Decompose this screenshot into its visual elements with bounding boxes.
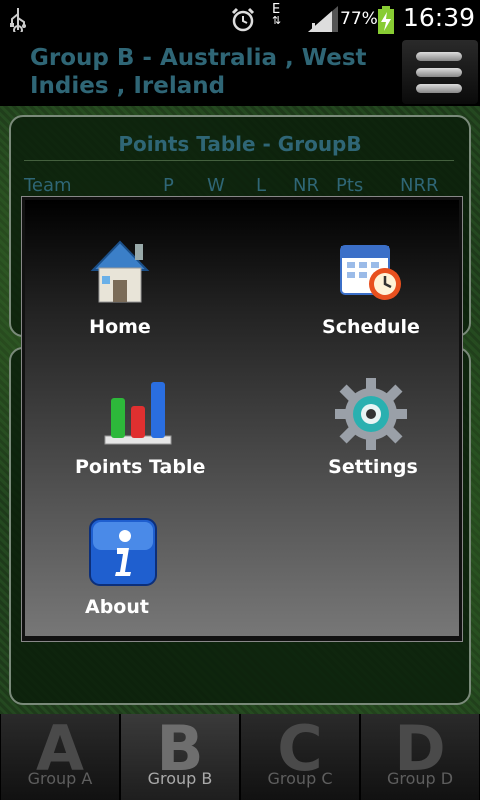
- gear-icon: [335, 378, 407, 450]
- network-type-indicator: E ⇅: [272, 2, 282, 27]
- signal-strength-icon: [308, 6, 338, 32]
- options-menu-body: Home Schedule Points Table Settings Abou…: [25, 200, 459, 636]
- tab-group-b[interactable]: B Group B: [121, 714, 240, 800]
- tab-label: Group B: [147, 769, 213, 788]
- hamburger-icon-bar: [416, 84, 462, 93]
- menu-item-label: Settings: [328, 456, 418, 478]
- menu-item-settings[interactable]: Settings: [325, 376, 421, 486]
- points-table-title: Points Table - GroupB: [118, 132, 362, 156]
- menu-item-label: About: [85, 596, 149, 618]
- options-menu: Home Schedule Points Table Settings Abou…: [21, 196, 463, 642]
- tab-group-c[interactable]: C Group C: [241, 714, 360, 800]
- menu-item-label: Schedule: [322, 316, 420, 338]
- info-icon: [89, 518, 157, 586]
- tab-label: Group C: [267, 769, 333, 788]
- page-title: Group B - Australia , West Indies , Irel…: [30, 45, 367, 99]
- menu-item-label: Points Table: [75, 456, 206, 478]
- menu-button[interactable]: [402, 40, 478, 104]
- menu-item-schedule[interactable]: Schedule: [321, 236, 421, 346]
- battery-percent: 77%: [340, 9, 378, 29]
- bar-chart-icon: [104, 382, 172, 445]
- column-header-nr: NR: [293, 175, 319, 196]
- tab-group-d[interactable]: D Group D: [361, 714, 480, 800]
- tab-group-a[interactable]: A Group A: [1, 714, 120, 800]
- column-header-team: Team: [24, 175, 72, 196]
- menu-item-points-table[interactable]: Points Table: [75, 376, 206, 486]
- column-header-l: L: [256, 175, 267, 196]
- menu-item-label: Home: [89, 316, 151, 338]
- column-header-nrr: NRR: [400, 175, 439, 196]
- usb-icon: [10, 8, 26, 32]
- alarm-icon: [231, 7, 255, 32]
- status-bar: E ⇅ 77% 16:39: [0, 0, 480, 38]
- app-header: Group B - Australia , West Indies , Irel…: [0, 38, 480, 106]
- tab-label: Group A: [27, 769, 93, 788]
- column-header-w: W: [207, 175, 225, 196]
- divider: [24, 160, 454, 161]
- column-header-p: P: [163, 175, 174, 196]
- group-tab-bar: A Group A B Group B C Group C D Group D: [0, 714, 480, 800]
- house-icon: [90, 240, 150, 303]
- battery-charging-icon: [378, 6, 394, 34]
- tab-label: Group D: [386, 769, 454, 788]
- hamburger-icon: [416, 52, 462, 61]
- clock: 16:39: [403, 3, 476, 32]
- calendar-clock-icon: [340, 245, 401, 300]
- menu-item-about[interactable]: About: [81, 516, 161, 626]
- menu-item-home[interactable]: Home: [75, 236, 165, 346]
- column-header-pts: Pts: [336, 175, 364, 196]
- hamburger-icon-bar: [416, 68, 462, 77]
